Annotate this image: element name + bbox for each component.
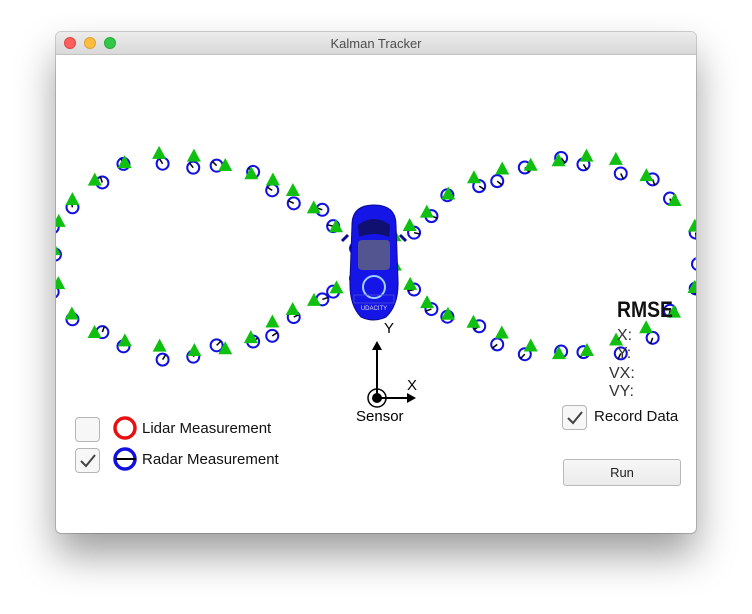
rmse-vy-label: VY: (609, 383, 634, 400)
car-icon: UDACITY (340, 204, 408, 321)
lidar-legend-label: Lidar Measurement (142, 420, 272, 437)
car-logo-text: UDACITY (361, 306, 387, 312)
record-data-label: Record Data (594, 408, 679, 425)
radar-checkbox[interactable] (75, 448, 100, 473)
run-button-label: Run (610, 465, 634, 480)
sensor-label: Sensor (356, 408, 404, 425)
y-axis-label: Y (384, 320, 395, 337)
x-axis-label: X (407, 377, 418, 394)
rmse-y-label: Y: (617, 345, 632, 362)
record-data-checkbox[interactable] (562, 405, 587, 430)
rmse-vx-label: VX: (609, 365, 635, 382)
run-button[interactable]: Run (563, 459, 681, 486)
app-window: Kalman Tracker UDACITY Y X Sensor Lidar … (56, 32, 696, 533)
rmse-x-label: X: (617, 327, 633, 344)
rmse-title: RMSE (617, 297, 673, 322)
lidar-checkbox[interactable] (75, 417, 100, 442)
checkmark-icon (80, 454, 96, 468)
radar-legend-icon (113, 447, 137, 471)
simulation-canvas: UDACITY Y X Sensor Lidar Measurement Rad… (56, 55, 696, 533)
radar-legend-label: Radar Measurement (142, 451, 279, 468)
lidar-legend-icon (113, 416, 137, 440)
window-title: Kalman Tracker (330, 36, 422, 51)
checkmark-icon (567, 411, 583, 425)
title-bar: Kalman Tracker (56, 32, 696, 55)
sensor-axes (367, 341, 416, 408)
